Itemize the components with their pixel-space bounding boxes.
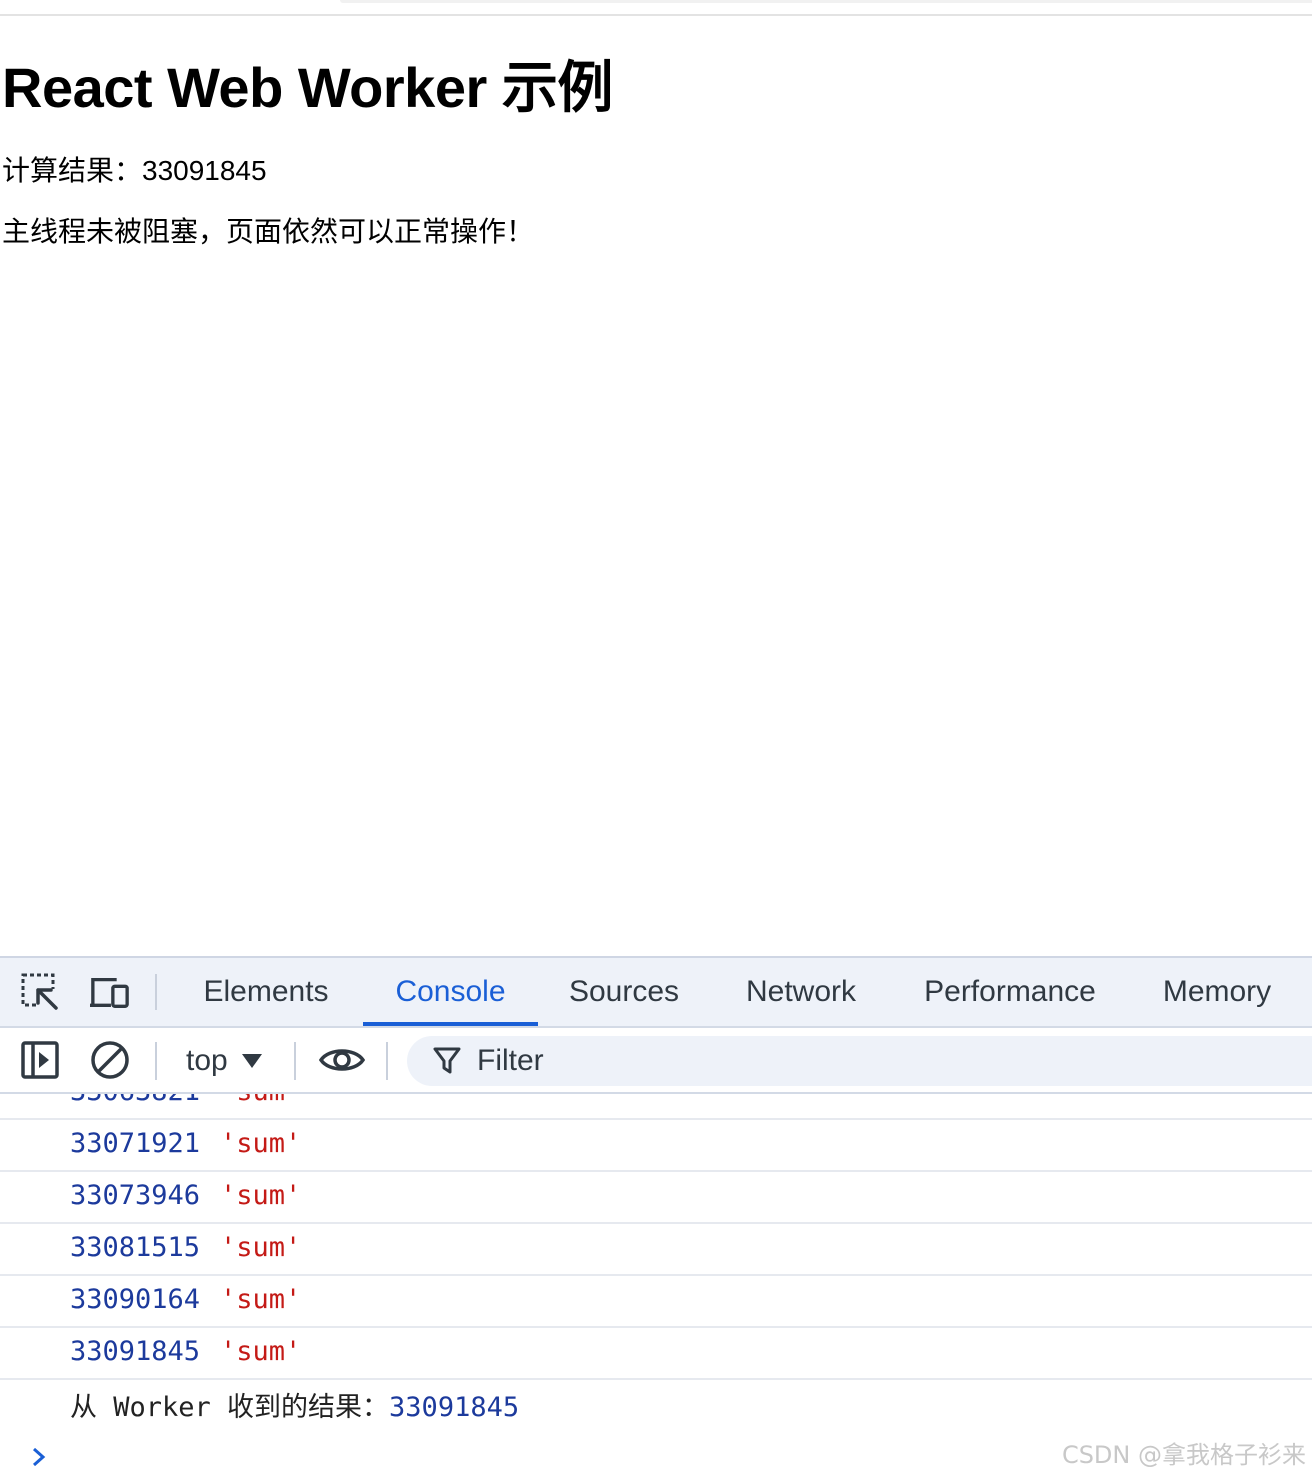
toolbar-separator: [155, 1042, 157, 1080]
active-tab-indicator: [363, 1022, 538, 1026]
page-content: React Web Worker 示例 计算结果：33091845 主线程未被阻…: [0, 16, 1312, 956]
tabbar-separator: [155, 974, 157, 1010]
console-log-row[interactable]: 33081515 'sum': [0, 1224, 1312, 1276]
log-number: 33090164: [70, 1284, 201, 1315]
log-number: 33071921: [70, 1128, 201, 1159]
dropdown-arrow-icon: [241, 1054, 262, 1068]
console-log-message[interactable]: 从 Worker 收到的结果：33091845: [70, 1388, 519, 1428]
log-string: 'sum': [220, 1336, 302, 1367]
toolbar-separator: [386, 1042, 388, 1080]
log-number: 33091845: [70, 1336, 201, 1367]
inspect-element-icon[interactable]: [20, 972, 60, 1012]
filter-input[interactable]: Filter: [407, 1036, 1312, 1086]
log-string: 'sum': [220, 1284, 302, 1315]
log-string: 'sum': [220, 1128, 302, 1159]
log-message-text: 从 Worker 收到的结果：: [70, 1392, 390, 1423]
tab-console[interactable]: Console: [363, 958, 538, 1026]
device-toolbar-icon[interactable]: [90, 972, 130, 1012]
filter-funnel-icon: [431, 1042, 463, 1080]
result-text: 计算结果：33091845: [2, 155, 267, 186]
context-selector[interactable]: top: [186, 1036, 262, 1086]
devtools-panel: Elements Console Sources Network Perform…: [0, 956, 1312, 1474]
console-log-row[interactable]: 33091845 'sum': [0, 1328, 1312, 1380]
tab-elements[interactable]: Elements: [190, 958, 342, 1026]
console-log-row[interactable]: 33090164 'sum': [0, 1276, 1312, 1328]
address-bar-fragment: [340, 0, 1312, 3]
prompt-chevron-icon[interactable]: [28, 1446, 50, 1468]
context-selector-label: top: [186, 1044, 228, 1077]
console-log-row[interactable]: 33071921 'sum': [0, 1120, 1312, 1172]
log-number: 33073946: [70, 1180, 201, 1211]
log-message-value: 33091845: [389, 1392, 520, 1423]
tab-performance[interactable]: Performance: [904, 958, 1116, 1026]
page-title: React Web Worker 示例: [2, 56, 613, 119]
console-log-row[interactable]: 33073946 'sum': [0, 1172, 1312, 1224]
tab-network[interactable]: Network: [728, 958, 874, 1026]
log-number: 33081515: [70, 1232, 201, 1263]
toolbar-separator: [294, 1042, 296, 1080]
live-expression-eye-icon[interactable]: [318, 1040, 366, 1080]
filter-placeholder: Filter: [477, 1044, 544, 1077]
console-log-row-partial[interactable]: 33063821 'sum': [0, 1094, 1312, 1120]
tab-memory[interactable]: Memory: [1146, 958, 1288, 1026]
clear-console-icon[interactable]: [90, 1040, 130, 1080]
log-number: 33063821: [70, 1094, 200, 1107]
console-toolbar: top Filter: [0, 1028, 1312, 1094]
log-string: 'sum': [220, 1232, 302, 1263]
status-text: 主线程未被阻塞，页面依然可以正常操作！: [2, 216, 535, 247]
log-string: 'sum': [220, 1180, 302, 1211]
devtools-tabbar: Elements Console Sources Network Perform…: [0, 958, 1312, 1028]
console-output: 33063821 'sum' 33071921 'sum' 33073946 '…: [0, 1094, 1312, 1476]
browser-top-bar: [0, 0, 1312, 16]
watermark: CSDN @拿我格子衫来: [1061, 1441, 1306, 1469]
log-string: 'sum': [220, 1094, 301, 1107]
tab-sources[interactable]: Sources: [554, 958, 694, 1026]
sidebar-toggle-icon[interactable]: [20, 1040, 60, 1080]
